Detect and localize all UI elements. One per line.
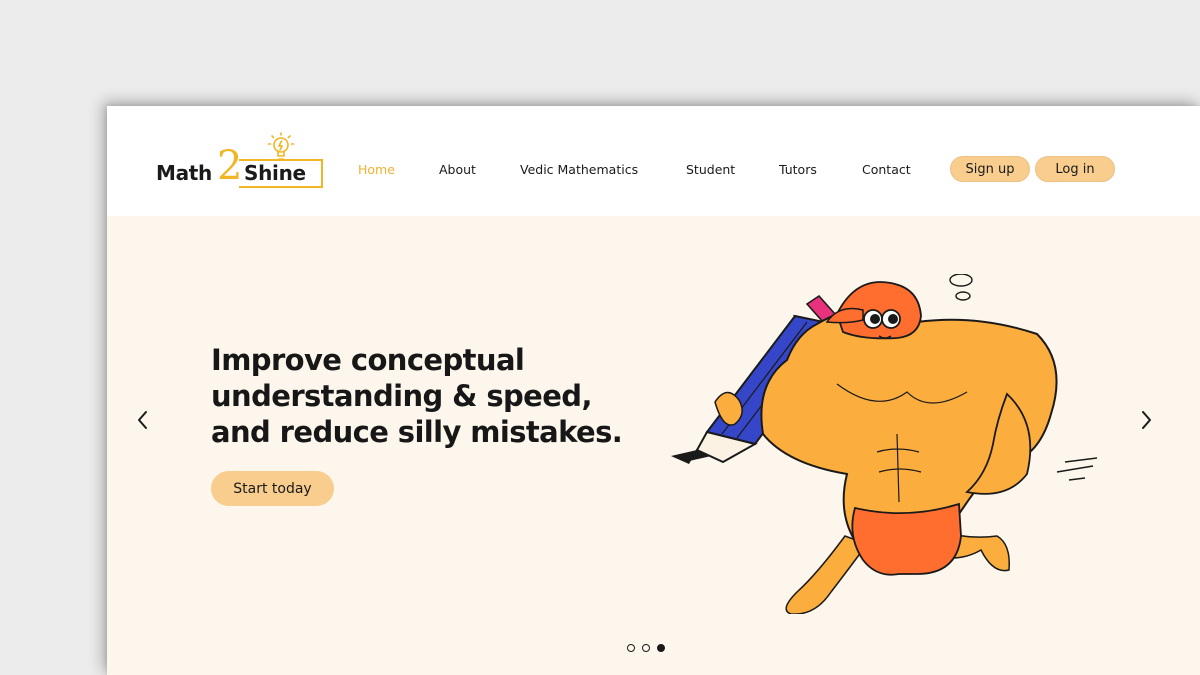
- header-navbar: Math 2 Shine Home About Vedic Mathematic…: [107, 106, 1200, 216]
- nav-tutors[interactable]: Tutors: [779, 162, 817, 177]
- browser-window: Math 2 Shine Home About Vedic Mathematic…: [107, 106, 1200, 675]
- brand-logo[interactable]: Math 2 Shine: [155, 132, 330, 194]
- headline-line-1: Improve conceptual: [211, 343, 525, 377]
- chevron-right-icon[interactable]: [1134, 408, 1158, 432]
- chevron-left-icon[interactable]: [131, 408, 155, 432]
- nav-about[interactable]: About: [439, 162, 476, 177]
- brand-name-right: Shine: [244, 161, 306, 185]
- lightbulb-icon: [267, 132, 295, 160]
- headline-line-2: understanding & speed,: [211, 379, 592, 413]
- hero-illustration: [671, 274, 1098, 614]
- carousel-indicators: [627, 644, 665, 652]
- headline-line-3: and reduce silly mistakes.: [211, 415, 623, 449]
- brand-name-left: Math: [156, 161, 212, 185]
- signup-button[interactable]: Sign up: [950, 156, 1030, 182]
- carousel-dot[interactable]: [627, 644, 635, 652]
- nav-home[interactable]: Home: [358, 162, 395, 177]
- login-button[interactable]: Log in: [1035, 156, 1115, 182]
- carousel-dot-active[interactable]: [657, 644, 665, 652]
- start-today-button[interactable]: Start today: [211, 471, 334, 506]
- nav-student[interactable]: Student: [686, 162, 735, 177]
- brand-number: 2: [217, 143, 243, 189]
- hero-headline: Improve conceptual understanding & speed…: [211, 342, 671, 450]
- hero-carousel: Improve conceptual understanding & speed…: [107, 216, 1200, 675]
- nav-vedic-mathematics[interactable]: Vedic Mathematics: [520, 162, 638, 177]
- carousel-dot[interactable]: [642, 644, 650, 652]
- nav-contact[interactable]: Contact: [862, 162, 911, 177]
